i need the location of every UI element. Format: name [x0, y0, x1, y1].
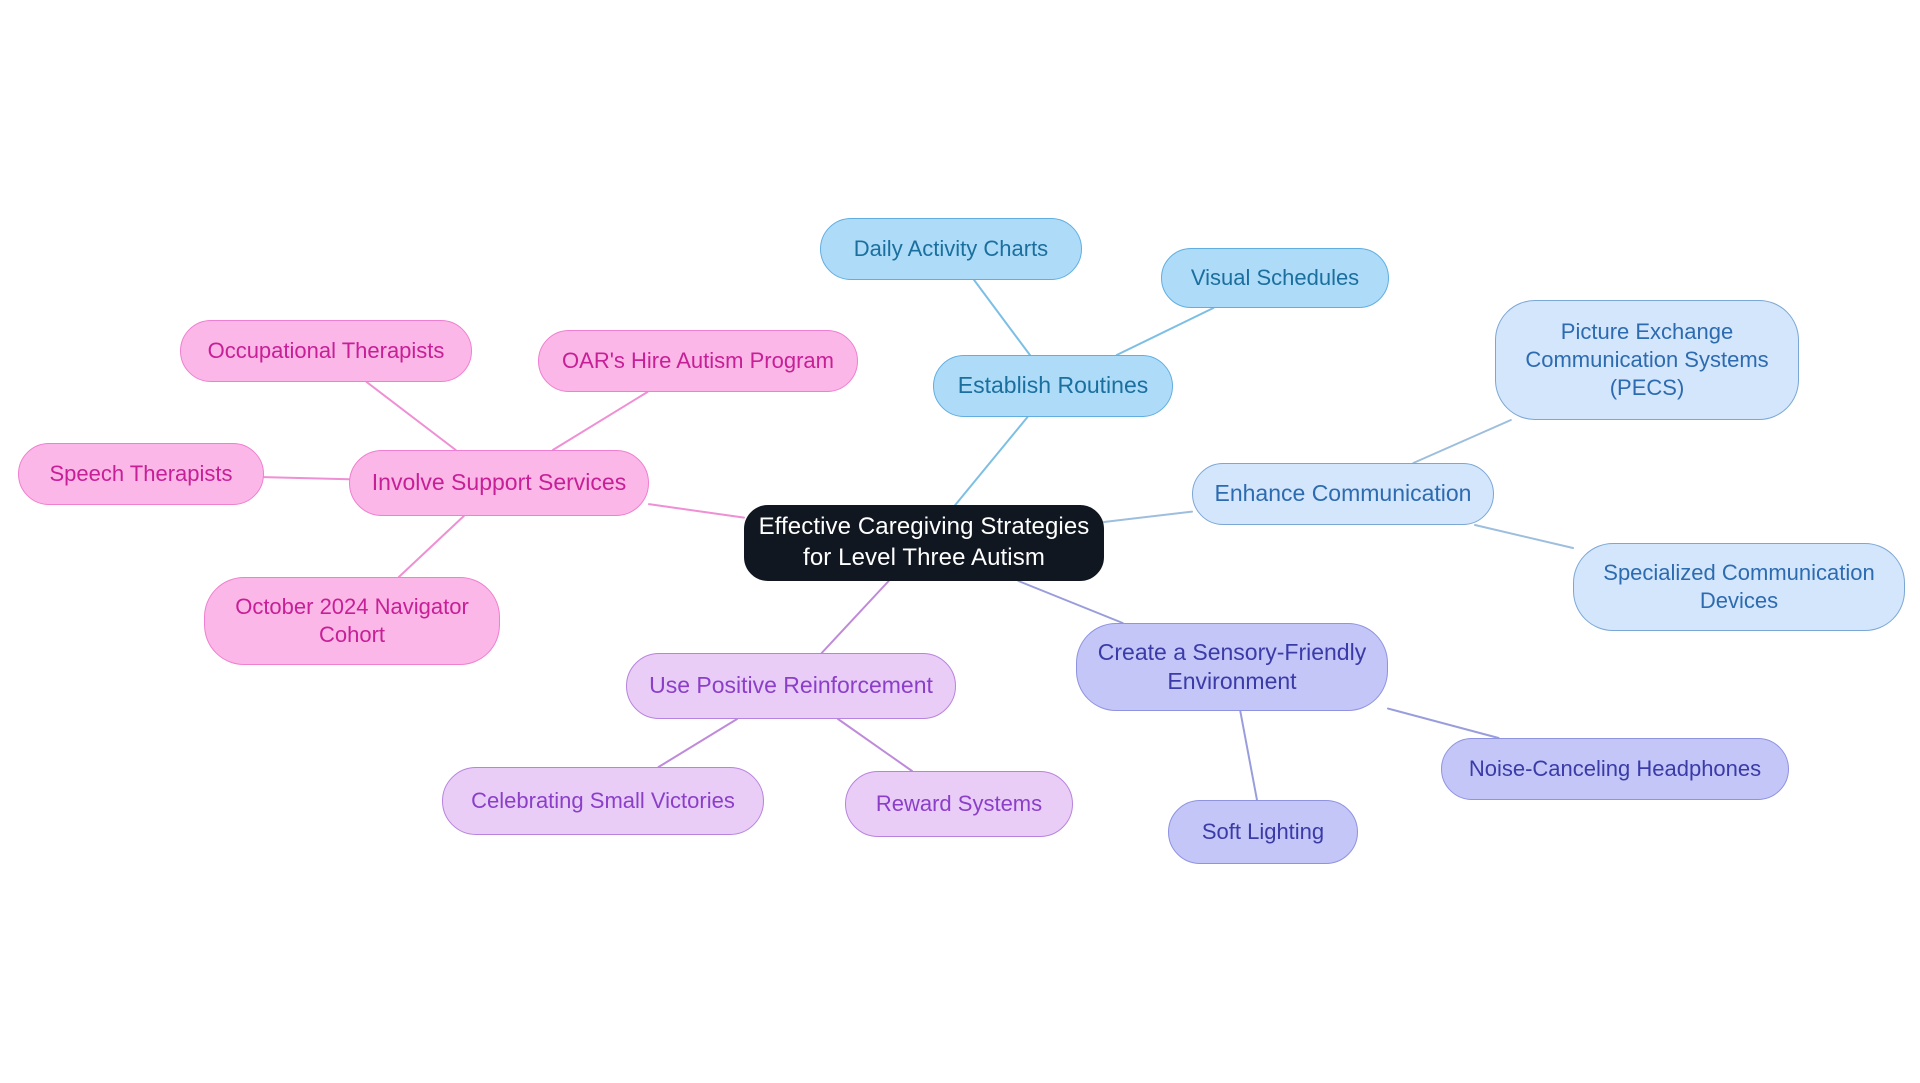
leaf-node-oar-hire-autism-program-label: OAR's Hire Autism Program [562, 347, 834, 373]
connector-line [1115, 307, 1215, 356]
branch-node-enhance-communication[interactable]: Enhance Communication [1192, 463, 1494, 525]
leaf-node-soft-lighting[interactable]: Soft Lighting [1168, 800, 1358, 864]
leaf-node-specialized-communication-devices-label: Specialized Communication Devices [1603, 559, 1875, 613]
root-node-label: Effective Caregiving Strategies for Leve… [758, 513, 1090, 571]
leaf-node-visual-schedules-label: Visual Schedules [1190, 264, 1360, 290]
branch-node-use-positive-reinforcement[interactable]: Use Positive Reinforcement [626, 653, 956, 719]
leaf-node-noise-canceling-headphones-label: Noise-Canceling Headphones [1468, 755, 1762, 781]
leaf-node-pecs-label: Picture Exchange Communication Systems (… [1525, 318, 1769, 401]
leaf-node-daily-activity-charts[interactable]: Daily Activity Charts [820, 218, 1082, 280]
leaf-node-soft-lighting-label: Soft Lighting [1201, 818, 1325, 844]
leaf-node-visual-schedules[interactable]: Visual Schedules [1161, 248, 1389, 308]
connector-line [1387, 707, 1500, 739]
leaf-node-occupational-therapists-label: Occupational Therapists [207, 337, 445, 363]
branch-node-involve-support-services[interactable]: Involve Support Services [349, 450, 649, 516]
connector-line [820, 580, 890, 654]
leaf-node-celebrating-small-victories[interactable]: Celebrating Small Victories [442, 767, 764, 835]
branch-node-use-positive-reinforcement-label: Use Positive Reinforcement [649, 672, 933, 699]
leaf-node-daily-activity-charts-label: Daily Activity Charts [853, 235, 1049, 261]
leaf-node-occupational-therapists[interactable]: Occupational Therapists [180, 320, 472, 382]
branch-node-establish-routines-label: Establish Routines [957, 372, 1149, 399]
connector-line [648, 503, 745, 519]
leaf-node-reward-systems[interactable]: Reward Systems [845, 771, 1073, 837]
connector-line [1474, 524, 1574, 550]
connector-line [1412, 419, 1512, 464]
mind-map-canvas: Effective Caregiving Strategies for Leve… [0, 0, 1920, 1083]
connector-line [836, 718, 914, 772]
connector-line [1239, 710, 1258, 801]
branch-node-establish-routines[interactable]: Establish Routines [933, 355, 1173, 417]
connector-line [551, 391, 649, 451]
leaf-node-oar-hire-autism-program[interactable]: OAR's Hire Autism Program [538, 330, 858, 392]
branch-node-sensory-friendly-environment-label: Create a Sensory-Friendly Environment [1097, 638, 1367, 694]
leaf-node-reward-systems-label: Reward Systems [875, 790, 1043, 816]
leaf-node-pecs[interactable]: Picture Exchange Communication Systems (… [1495, 300, 1799, 420]
leaf-node-specialized-communication-devices[interactable]: Specialized Communication Devices [1573, 543, 1905, 631]
connector-line [973, 279, 1031, 356]
leaf-node-speech-therapists[interactable]: Speech Therapists [18, 443, 264, 505]
leaf-node-october-2024-navigator-cohort-label: October 2024 Navigator Cohort [235, 593, 469, 647]
connector-line [1017, 580, 1124, 624]
branch-node-enhance-communication-label: Enhance Communication [1214, 480, 1472, 507]
connector-line [1103, 510, 1193, 523]
leaf-node-celebrating-small-victories-label: Celebrating Small Victories [471, 787, 735, 813]
connector-line [365, 381, 457, 451]
connector-line [954, 416, 1029, 506]
connector-line [397, 515, 465, 578]
connector-line [263, 476, 350, 481]
branch-node-involve-support-services-label: Involve Support Services [371, 469, 627, 496]
leaf-node-speech-therapists-label: Speech Therapists [49, 460, 233, 486]
branch-node-sensory-friendly-environment[interactable]: Create a Sensory-Friendly Environment [1076, 623, 1388, 711]
connector-line [657, 718, 739, 768]
root-node[interactable]: Effective Caregiving Strategies for Leve… [744, 505, 1104, 581]
leaf-node-noise-canceling-headphones[interactable]: Noise-Canceling Headphones [1441, 738, 1789, 800]
leaf-node-october-2024-navigator-cohort[interactable]: October 2024 Navigator Cohort [204, 577, 500, 665]
